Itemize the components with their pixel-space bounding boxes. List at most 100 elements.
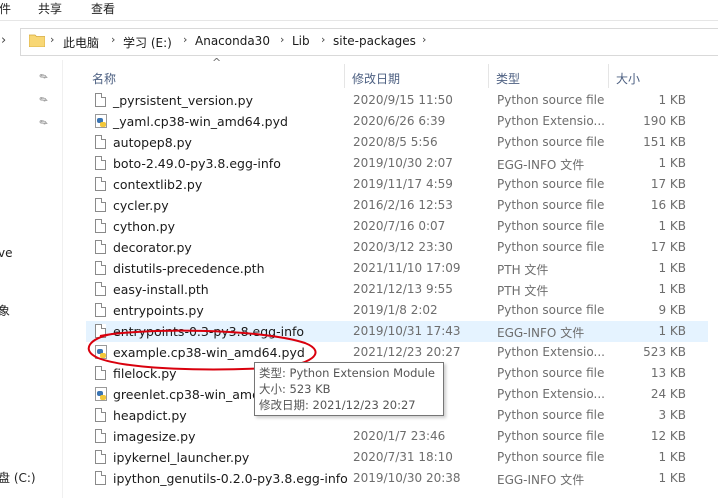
file-type: Python source file (497, 408, 605, 422)
column-divider[interactable] (488, 64, 489, 88)
column-header-date[interactable]: 修改日期 (352, 70, 400, 87)
breadcrumb-anaconda30[interactable]: Anaconda30 (195, 34, 270, 48)
file-icon (95, 471, 106, 485)
file-name: distutils-precedence.pth (113, 261, 265, 276)
pin-icon[interactable]: ✎ (38, 117, 51, 131)
column-header-name[interactable]: 名称 (92, 70, 116, 87)
breadcrumb-drive-e[interactable]: 学习 (E:) (123, 34, 172, 51)
file-type: EGG-INFO 文件 (497, 326, 585, 340)
tooltip-type: 类型: Python Extension Module (259, 366, 435, 380)
file-row[interactable]: example.cp38-win_amd64.pyd 2021/12/23 20:… (86, 342, 718, 363)
file-row[interactable]: decorator.py 2020/3/12 23:30 Python source… (86, 237, 718, 258)
file-name: boto-2.49.0-py3.8.egg-info (113, 156, 281, 171)
file-name: cython.py (113, 219, 175, 234)
file-size: 1 KB (658, 156, 686, 170)
file-date: 2020/6/26 6:39 (353, 114, 446, 128)
nav-item-partial[interactable]: ve (0, 246, 12, 260)
file-name: _pyrsistent_version.py (113, 93, 253, 108)
file-icon (95, 324, 106, 338)
breadcrumb-separator-icon[interactable]: › (321, 33, 325, 46)
file-type: EGG-INFO 文件 (497, 158, 585, 172)
breadcrumb-separator-icon[interactable]: › (111, 33, 115, 46)
file-size: 1 KB (658, 450, 686, 464)
file-type: Python source file (497, 366, 605, 380)
file-row[interactable]: _pyrsistent_version.py 2020/9/15 11:50 Pyt… (86, 90, 718, 111)
file-type: Python source file (497, 303, 605, 317)
breadcrumb-site-packages[interactable]: site-packages (333, 34, 416, 48)
breadcrumb-lib[interactable]: Lib (292, 34, 310, 48)
file-date: 2020/7/16 0:07 (353, 219, 446, 233)
file-icon (95, 219, 106, 233)
column-header-type[interactable]: 类型 (496, 70, 520, 87)
file-size: 3 KB (658, 408, 686, 422)
address-bar: › › 此电脑 › 学习 (E:) › Anaconda30 › Lib › s… (0, 28, 718, 56)
pane-divider[interactable] (62, 60, 63, 498)
file-row[interactable]: ipython_genutils-0.2.0-py3.8.egg-info 201… (86, 468, 718, 489)
file-name: _yaml.cp38-win_amd64.pyd (113, 114, 288, 129)
file-icon (95, 282, 106, 296)
file-name: ipython_genutils-0.2.0-py3.8.egg-info (113, 471, 348, 486)
file-size: 12 KB (650, 429, 686, 443)
file-name: filelock.py (113, 366, 177, 381)
file-icon (95, 240, 106, 254)
file-type: Python source file (497, 450, 605, 464)
file-row[interactable]: cython.py 2020/7/16 0:07 Python source fil… (86, 216, 718, 237)
navigation-pane: ✎ ✎ ✎ ve 象 盘 (C:) (0, 60, 58, 498)
file-tooltip: 类型: Python Extension Module 大小: 523 KB 修… (254, 362, 444, 416)
breadcrumb-separator-icon[interactable]: › (422, 33, 426, 46)
file-icon (95, 135, 106, 149)
address-box[interactable]: › 此电脑 › 学习 (E:) › Anaconda30 › Lib › sit… (20, 28, 718, 56)
file-row[interactable]: entrypoints-0.3-py3.8.egg-info 2019/10/31… (86, 321, 718, 342)
file-size: 17 KB (650, 240, 686, 254)
file-date: 2020/3/12 23:30 (353, 240, 453, 254)
file-row[interactable]: _yaml.cp38-win_amd64.pyd 2020/6/26 6:39 Py… (86, 111, 718, 132)
file-date: 2021/12/13 9:55 (353, 282, 453, 296)
file-type: Python source file (497, 198, 605, 212)
breadcrumb-separator-icon[interactable]: › (183, 33, 187, 46)
file-row[interactable]: boto-2.49.0-py3.8.egg-info 2019/10/30 2:0… (86, 153, 718, 174)
file-icon (95, 303, 106, 317)
tab-view[interactable]: 查看 (91, 0, 115, 17)
file-name: imagesize.py (113, 429, 196, 444)
pin-icon[interactable]: ✎ (38, 71, 51, 85)
breadcrumb-this-pc[interactable]: 此电脑 (63, 34, 99, 51)
column-headers: ^ 名称 修改日期 类型 大小 (62, 56, 718, 90)
breadcrumb-separator-icon[interactable]: › (50, 33, 54, 46)
file-size: 9 KB (658, 303, 686, 317)
file-icon (95, 429, 106, 443)
file-row[interactable]: autopep8.py 2020/8/5 5:56 Python source fi… (86, 132, 718, 153)
file-name: heapdict.py (113, 408, 187, 423)
file-size: 1 KB (658, 93, 686, 107)
file-size: 17 KB (650, 177, 686, 191)
file-row[interactable]: easy-install.pth 2021/12/13 9:55 PTH 文件 1 K… (86, 279, 718, 300)
vertical-scrollbar[interactable] (708, 62, 718, 498)
file-row[interactable]: imagesize.py 2020/1/7 23:46 Python source … (86, 426, 718, 447)
file-row[interactable]: contextlib2.py 2019/11/17 4:59 Python sour… (86, 174, 718, 195)
nav-item-drive-c[interactable]: 盘 (C:) (0, 469, 36, 486)
ribbon-divider (0, 20, 718, 21)
nav-item-partial[interactable]: 象 (0, 302, 10, 319)
file-type: Python Extensio... (497, 387, 605, 401)
column-divider[interactable] (608, 64, 609, 88)
file-date: 2020/8/5 5:56 (353, 135, 438, 149)
file-row[interactable]: ipykernel_launcher.py 2020/7/31 18:10 Pyth… (86, 447, 718, 468)
tab-file[interactable]: 件 (0, 0, 11, 17)
file-date: 2020/1/7 23:46 (353, 429, 446, 443)
file-name: contextlib2.py (113, 177, 203, 192)
tooltip-date: 修改日期: 2021/12/23 20:27 (259, 398, 416, 412)
file-name: cycler.py (113, 198, 169, 213)
file-row[interactable]: entrypoints.py 2019/1/8 2:02 Python source… (86, 300, 718, 321)
file-date: 2016/2/16 12:53 (353, 198, 453, 212)
expand-chevron-icon[interactable]: › (1, 33, 6, 48)
tab-share[interactable]: 共享 (38, 0, 62, 17)
column-divider[interactable] (344, 64, 345, 88)
file-name: autopep8.py (113, 135, 192, 150)
pin-icon[interactable]: ✎ (38, 94, 51, 108)
file-size: 1 KB (658, 219, 686, 233)
file-type: Python Extensio... (497, 345, 605, 359)
file-row[interactable]: cycler.py 2016/2/16 12:53 Python source fi… (86, 195, 718, 216)
file-name: easy-install.pth (113, 282, 209, 297)
breadcrumb-separator-icon[interactable]: › (280, 33, 284, 46)
file-row[interactable]: distutils-precedence.pth 2021/11/10 17:09… (86, 258, 718, 279)
column-header-size[interactable]: 大小 (616, 70, 640, 87)
